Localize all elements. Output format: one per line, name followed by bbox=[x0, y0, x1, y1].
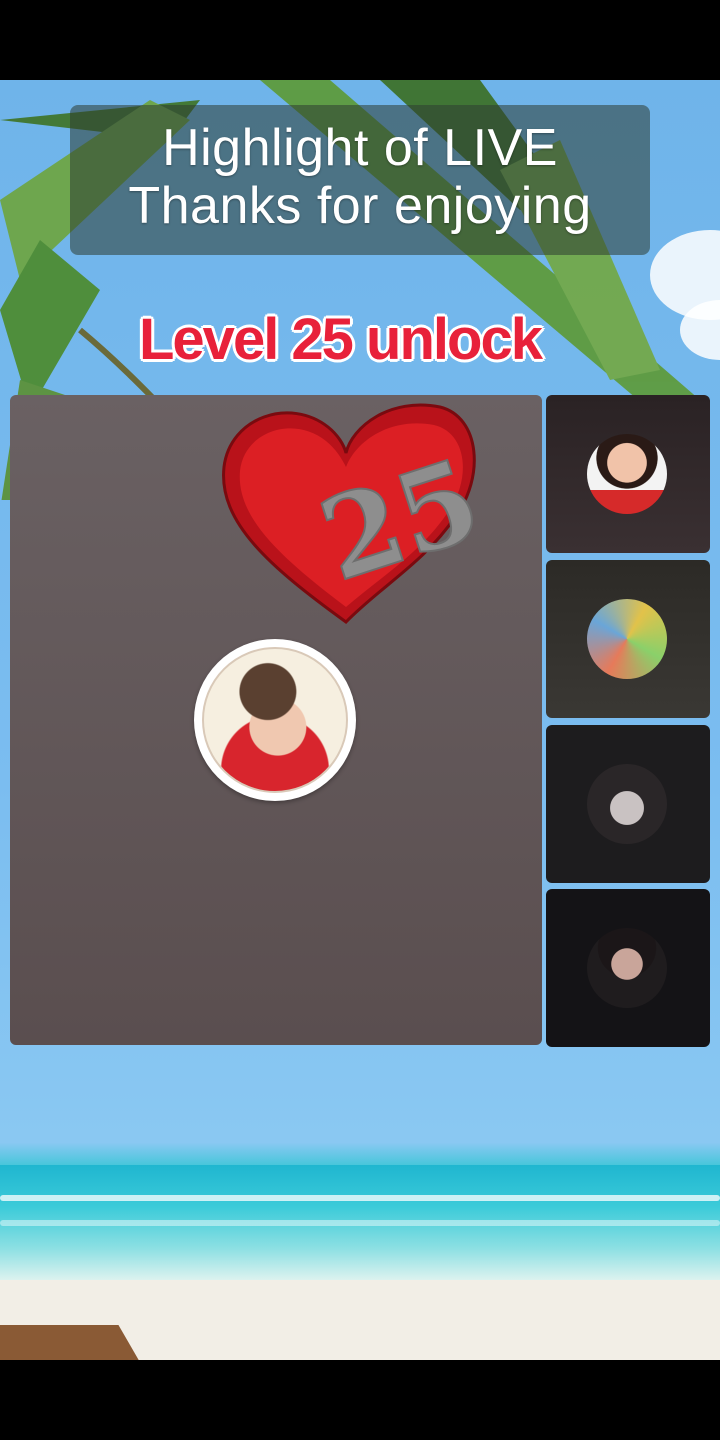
guest-slot-2[interactable] bbox=[546, 560, 710, 718]
host-video-panel[interactable]: 25 bbox=[10, 395, 542, 1045]
wave bbox=[0, 1220, 720, 1226]
wooden-deck bbox=[0, 1325, 142, 1360]
bottom-black-bar bbox=[0, 1360, 720, 1440]
title-line-thanks: Thanks for enjoying bbox=[128, 177, 592, 235]
guest-avatar-4[interactable] bbox=[587, 928, 667, 1008]
guest-avatar-1[interactable] bbox=[587, 434, 667, 514]
level-unlock-text: Level 25 unlock bbox=[139, 307, 543, 372]
sea bbox=[0, 1165, 720, 1285]
top-black-bar bbox=[0, 0, 720, 80]
guest-slot-4[interactable] bbox=[546, 889, 710, 1047]
wave bbox=[0, 1195, 720, 1201]
guest-slot-3[interactable] bbox=[546, 725, 710, 883]
guest-avatar-2[interactable] bbox=[587, 599, 667, 679]
title-line-highlight: Highlight of LIVE bbox=[162, 119, 558, 177]
guest-avatar-3[interactable] bbox=[587, 764, 667, 844]
host-avatar[interactable] bbox=[194, 639, 356, 801]
guest-slot-1[interactable] bbox=[546, 395, 710, 553]
heart-icon: 25 bbox=[222, 403, 482, 624]
host-photo bbox=[202, 647, 348, 793]
